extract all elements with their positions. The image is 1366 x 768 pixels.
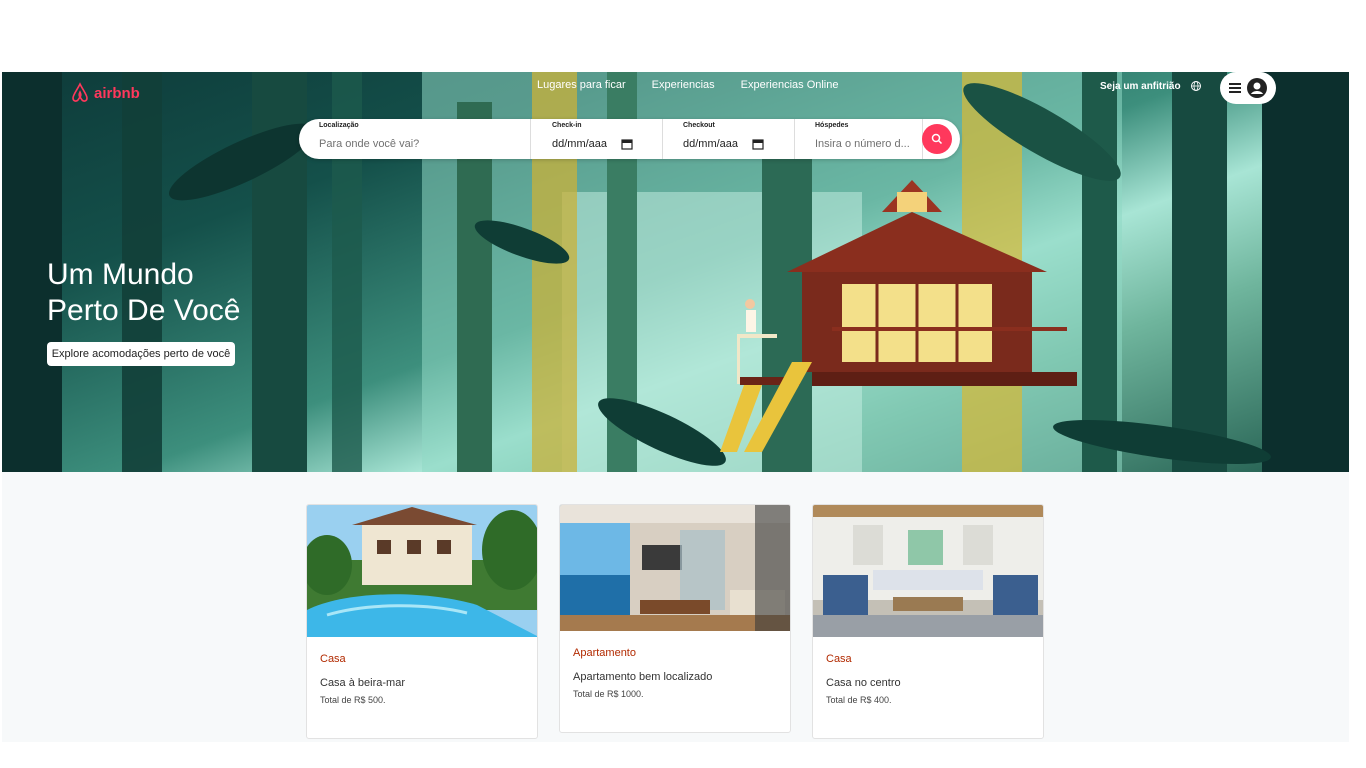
hero-banner: airbnb Lugares para ficar Experiencias E… [2,72,1349,472]
listings-section: Casa Casa à beira-mar Total de R$ 500. A… [2,472,1349,742]
checkout-field[interactable]: Checkout dd/mm/aaa [663,119,795,159]
listing-category: Casa [320,653,346,665]
search-button[interactable] [922,124,952,154]
calendar-icon[interactable] [621,138,633,150]
location-label: Localização [319,122,359,129]
nav-experiencias-online[interactable]: Experiencias Online [741,79,839,91]
airbnb-logo[interactable]: airbnb [70,82,140,104]
explore-nearby-button[interactable]: Explore acomodações perto de você [47,342,235,366]
checkout-input[interactable]: dd/mm/aaa [683,138,738,150]
guests-label: Hóspedes [815,122,849,129]
location-input[interactable]: Para onde você vai? [319,138,530,150]
hero-title-line1: Um Mundo [47,258,194,291]
listing-image [813,505,1043,637]
user-circle-icon [1247,78,1267,98]
listing-title: Casa à beira-mar [320,677,405,689]
nav-experiencias[interactable]: Experiencias [652,79,715,91]
listing-card[interactable]: Casa Casa à beira-mar Total de R$ 500. [306,504,538,739]
globe-icon[interactable] [1190,80,1202,92]
top-nav: Lugares para ficar Experiencias Experien… [537,79,839,91]
checkin-field[interactable]: Check-in dd/mm/aaa [531,119,663,159]
nav-lugares-para-ficar[interactable]: Lugares para ficar [537,79,626,91]
calendar-icon[interactable] [752,138,764,150]
listing-card[interactable]: Apartamento Apartamento bem localizado T… [559,504,791,733]
search-bar: Localização Para onde você vai? Check-in… [299,119,960,159]
become-host-link[interactable]: Seja um anfitrião [1100,81,1181,92]
listing-price: Total de R$ 400. [826,695,892,705]
guests-field[interactable]: Hóspedes Insira o número d... [795,119,923,159]
listing-title: Apartamento bem localizado [573,671,713,683]
brand-name: airbnb [94,84,140,102]
listing-title: Casa no centro [826,677,901,689]
user-menu-button[interactable] [1220,72,1276,104]
hero-title: Um Mundo Perto De Você [47,257,240,329]
listing-price: Total de R$ 500. [320,695,386,705]
listing-image [307,505,537,637]
checkout-label: Checkout [683,122,715,129]
checkin-label: Check-in [552,122,582,129]
hamburger-menu-icon [1229,83,1241,93]
listing-category: Apartamento [573,647,636,659]
hero-title-line2: Perto De Você [47,294,241,327]
airbnb-logo-icon [72,82,88,102]
checkin-input[interactable]: dd/mm/aaa [552,138,607,150]
listing-category: Casa [826,653,852,665]
location-field[interactable]: Localização Para onde você vai? [299,119,531,159]
listing-price: Total de R$ 1000. [573,689,644,699]
listing-card[interactable]: Casa Casa no centro Total de R$ 400. [812,504,1044,739]
listing-image [560,505,790,631]
guests-input[interactable]: Insira o número d... [815,138,922,150]
search-icon [931,133,943,145]
